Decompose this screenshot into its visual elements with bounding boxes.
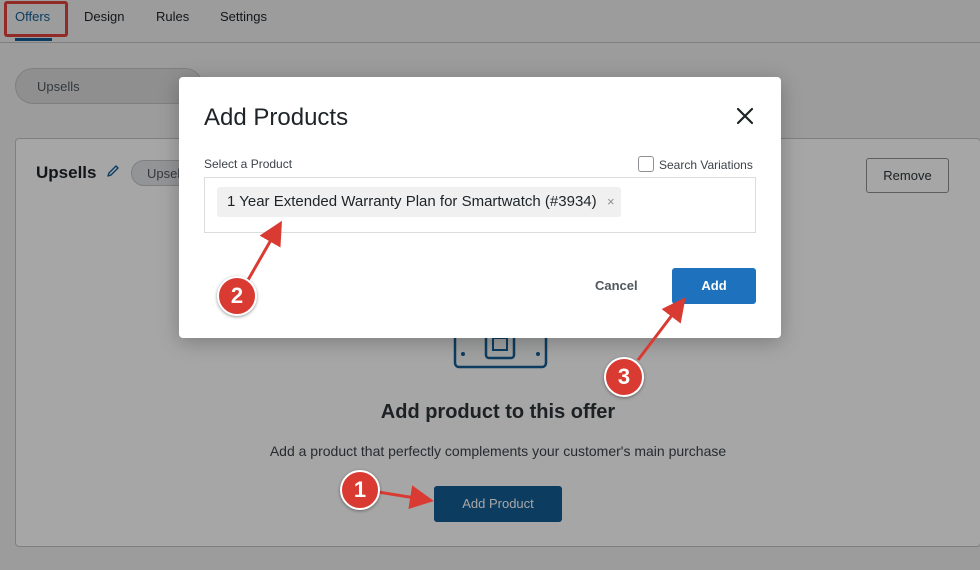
selected-product-chip: 1 Year Extended Warranty Plan for Smartw… [217, 187, 621, 217]
add-button[interactable]: Add [672, 268, 756, 304]
step-marker-3: 3 [604, 357, 644, 397]
step-marker-2: 2 [217, 276, 257, 316]
close-icon[interactable] [735, 106, 755, 126]
add-products-modal: Add Products Select a Product Search Var… [179, 77, 781, 338]
cancel-button[interactable]: Cancel [595, 278, 638, 293]
step-marker-1: 1 [340, 470, 380, 510]
chip-remove-icon[interactable]: × [607, 187, 615, 217]
selected-product-label: 1 Year Extended Warranty Plan for Smartw… [227, 193, 597, 210]
checkbox-box[interactable] [638, 156, 654, 172]
modal-title: Add Products [204, 104, 349, 131]
search-variations-checkbox[interactable]: Search Variations [638, 156, 753, 172]
select-product-label: Select a Product [204, 157, 293, 171]
product-select-field[interactable]: 1 Year Extended Warranty Plan for Smartw… [204, 177, 756, 233]
search-variations-label: Search Variations [659, 158, 753, 172]
